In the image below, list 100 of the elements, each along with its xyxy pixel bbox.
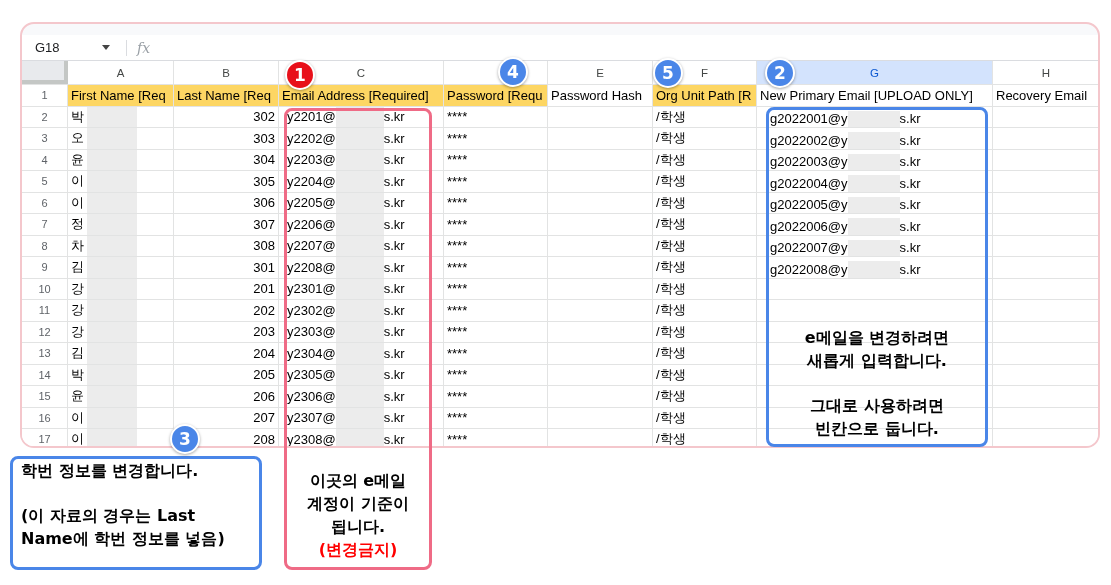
callout-text: 이곳의 e메일 계정이 기준이 됩니다. [307, 470, 409, 538]
table-cell: **** [444, 192, 548, 213]
table-cell: /학생 [653, 300, 757, 321]
table-cell: **** [444, 257, 548, 278]
cell-text: s.kr [899, 110, 921, 127]
cell-text: 박 [71, 107, 84, 126]
cell-text: 정 [71, 215, 84, 234]
table-cell: /학생 [653, 128, 757, 149]
cell-text: s.kr [383, 108, 405, 127]
cell-text: y2301@ [287, 280, 336, 299]
cell-text: s.kr [899, 261, 921, 278]
table-cell: /학생 [653, 386, 757, 407]
name-box[interactable]: G18 [22, 40, 118, 55]
cell-text: 김 [71, 344, 84, 363]
table-cell: **** [444, 149, 548, 170]
caret-icon [102, 45, 110, 50]
table-cell: /학생 [653, 278, 757, 299]
cell-text: 강 [71, 322, 84, 341]
header-cell: Email Address [Required] [279, 85, 444, 106]
table-cell: **** [444, 106, 548, 127]
cell-text: g2022002@y [770, 132, 848, 149]
column-header[interactable]: B [222, 66, 230, 79]
table-cell: **** [444, 407, 548, 428]
table-cell: **** [444, 214, 548, 235]
cell-text: y2305@ [287, 366, 336, 385]
table-cell: /학생 [653, 106, 757, 127]
cell-text: 오 [71, 129, 84, 148]
cell-text: s.kr [383, 430, 405, 446]
cell-text: s.kr [899, 218, 921, 235]
column-header[interactable]: C [356, 66, 366, 79]
cell-text: s.kr [383, 409, 405, 428]
table-cell: 203 [174, 321, 279, 342]
callout-text: (변경금지) [318, 539, 398, 561]
cell-text: g2022001@y [770, 110, 848, 127]
row-number: 17 [22, 429, 68, 446]
cell-text: g2022005@y [770, 196, 848, 213]
select-all-corner[interactable] [22, 61, 68, 84]
table-cell: /학생 [653, 364, 757, 385]
cell-text: 이 [71, 408, 84, 427]
header-cell: First Name [Req [68, 85, 174, 106]
cell-text: y2204@ [287, 172, 336, 191]
cell-text: s.kr [383, 258, 405, 277]
table-cell: **** [444, 278, 548, 299]
column-header[interactable]: E [596, 66, 604, 79]
cell-text: y2208@ [287, 258, 336, 277]
header-cell: Password [Requ [444, 85, 548, 106]
table-cell: /학생 [653, 257, 757, 278]
column-header[interactable]: H [1041, 66, 1051, 79]
cell-text: s.kr [899, 175, 921, 192]
table-cell: **** [444, 343, 548, 364]
table-cell: /학생 [653, 321, 757, 342]
table-cell: 306 [174, 192, 279, 213]
table-cell: 206 [174, 386, 279, 407]
table-cell: /학생 [653, 214, 757, 235]
cell-text: s.kr [383, 237, 405, 256]
cell-text: s.kr [383, 172, 405, 191]
table-cell: 302 [174, 106, 279, 127]
cell-text: 강 [71, 301, 84, 320]
table-cell: 202 [174, 300, 279, 321]
cell-text: 이 [71, 172, 84, 191]
table-cell: **** [444, 235, 548, 256]
table-cell: 303 [174, 128, 279, 149]
cell-text: s.kr [383, 280, 405, 299]
cell-text: 강 [71, 279, 84, 298]
column-header[interactable]: A [116, 66, 125, 79]
table-cell: /학생 [653, 343, 757, 364]
table-cell: **** [444, 321, 548, 342]
cell-text: y2302@ [287, 301, 336, 320]
table-cell: **** [444, 364, 548, 385]
table-cell: 301 [174, 257, 279, 278]
table-cell: 308 [174, 235, 279, 256]
column-header[interactable]: F [701, 66, 708, 79]
cell-text: 이 [71, 193, 84, 212]
cell-text: s.kr [383, 344, 405, 363]
cell-text: y2201@ [287, 108, 336, 127]
callout-text: e메일을 변경하려면 새롭게 입력합니다. [804, 327, 950, 372]
cell-text: g2022003@y [770, 153, 848, 170]
table-cell: /학생 [653, 149, 757, 170]
table-cell: /학생 [653, 171, 757, 192]
table-cell: /학생 [653, 192, 757, 213]
header-cell: Last Name [Req [174, 85, 279, 106]
cell-text: s.kr [383, 301, 405, 320]
table-cell: **** [444, 128, 548, 149]
table-cell: **** [444, 386, 548, 407]
cell-text: s.kr [383, 387, 405, 406]
cell-text: y2308@ [287, 430, 336, 446]
cell-text: g2022007@y [770, 239, 848, 256]
cell-text: s.kr [383, 129, 405, 148]
cell-text: s.kr [383, 323, 405, 342]
cell-text: y2205@ [287, 194, 336, 213]
cell-text: g2022008@y [770, 261, 848, 278]
function-label: fx [137, 39, 151, 56]
cell-text: 윤 [71, 387, 84, 406]
cell-text: 차 [71, 236, 84, 255]
cell-text: s.kr [899, 239, 921, 256]
cell-text: y2206@ [287, 215, 336, 234]
cell-text: s.kr [899, 132, 921, 149]
table-cell: /학생 [653, 235, 757, 256]
cell-text: s.kr [899, 196, 921, 213]
cell-text: 박 [71, 365, 84, 384]
